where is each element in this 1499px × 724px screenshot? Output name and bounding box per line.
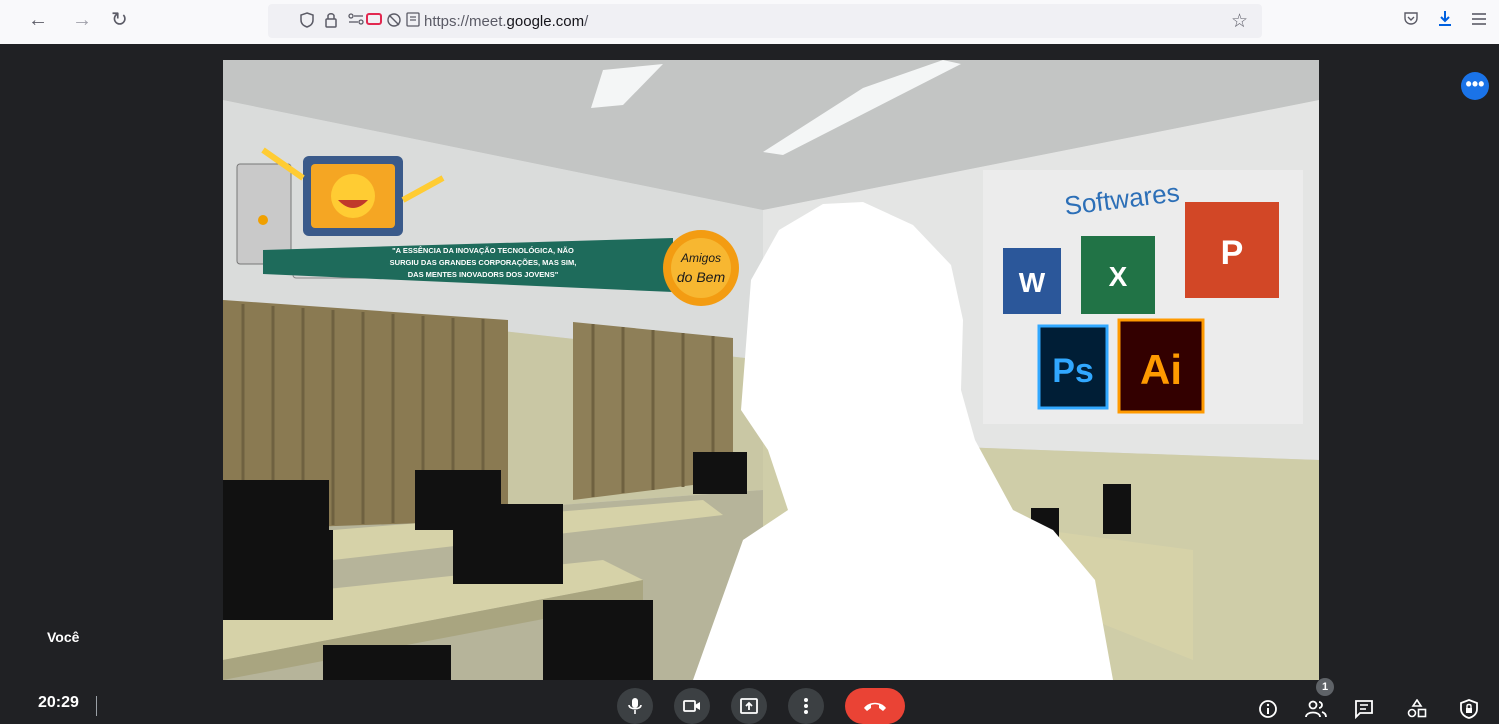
word-logo-label: W <box>1019 267 1046 298</box>
banner-line-3: DAS MENTES INOVADORS DOS JOVENS" <box>408 270 559 279</box>
mic-icon <box>628 697 642 714</box>
end-call-button[interactable] <box>845 688 905 724</box>
url-text[interactable]: https://meet.google.com/ <box>424 13 588 30</box>
url-prefix: https://meet. <box>424 13 507 30</box>
address-bar[interactable]: https://meet.google.com/ ☆ <box>268 4 1262 38</box>
info-icon <box>1259 700 1277 719</box>
people-icon <box>1305 700 1327 718</box>
banner-line-2: SURGIU DAS GRANDES CORPORAÇÕES, MAS SIM, <box>390 258 577 267</box>
end-call-icon <box>864 702 886 711</box>
bookmark-star-icon[interactable]: ☆ <box>1231 10 1248 33</box>
meet-stage: "A ESSÊNCIA DA INOVAÇÃO TECNOLÓGICA, NÃO… <box>0 44 1499 724</box>
meeting-details-button[interactable] <box>1254 694 1282 722</box>
participants-count-badge: 1 <box>1316 678 1334 696</box>
reader-view-icon[interactable] <box>406 12 420 33</box>
camera-icon <box>683 699 700 712</box>
downloads-icon[interactable] <box>1437 9 1453 32</box>
shield-icon[interactable] <box>300 12 314 33</box>
logo-line-1: Amigos <box>680 251 721 265</box>
present-icon <box>740 697 758 714</box>
banner-line-1: "A ESSÊNCIA DA INOVAÇÃO TECNOLÓGICA, NÃO <box>392 246 574 255</box>
mic-off-icon[interactable] <box>386 12 402 33</box>
permissions-icon[interactable] <box>348 12 364 31</box>
host-controls-button[interactable] <box>1455 694 1483 722</box>
forward-arrow-icon[interactable]: → <box>72 8 92 32</box>
reload-icon[interactable]: ↻ <box>111 8 128 32</box>
tile-more-options-button[interactable]: ••• <box>1461 72 1489 100</box>
menu-icon[interactable] <box>1471 9 1487 31</box>
more-options-button[interactable] <box>788 688 824 724</box>
more-vert-icon <box>804 697 808 714</box>
photoshop-logo-label: Ps <box>1052 352 1094 390</box>
browser-toolbar: ← → ↻ https://meet.google.com/ ☆ <box>0 0 1499 44</box>
activities-icon <box>1407 698 1427 718</box>
url-domain: google.com <box>506 13 585 30</box>
chat-icon <box>1355 700 1373 720</box>
logo-line-2: do Bem <box>677 269 726 285</box>
camera-sharing-icon[interactable] <box>366 12 382 31</box>
host-controls-icon <box>1460 699 1478 720</box>
present-screen-button[interactable] <box>731 688 767 724</box>
meeting-clock: 20:29 <box>38 694 79 711</box>
url-suffix: / <box>584 13 589 30</box>
microphone-button[interactable] <box>617 688 653 724</box>
lock-icon[interactable] <box>324 12 338 33</box>
camera-button[interactable] <box>674 688 710 724</box>
back-arrow-icon[interactable]: ← <box>28 8 48 32</box>
people-button[interactable] <box>1302 694 1330 722</box>
excel-logo-label: X <box>1109 261 1128 292</box>
illustrator-logo-label: Ai <box>1140 346 1182 393</box>
activities-button[interactable] <box>1403 694 1431 722</box>
self-name-label: Você <box>47 629 80 645</box>
powerpoint-logo-label: P <box>1221 234 1244 272</box>
clock-divider <box>96 696 97 716</box>
virtual-background: "A ESSÊNCIA DA INOVAÇÃO TECNOLÓGICA, NÃO… <box>223 60 1319 680</box>
pocket-icon[interactable] <box>1403 9 1419 31</box>
chat-button[interactable] <box>1350 694 1378 722</box>
self-video-tile[interactable]: "A ESSÊNCIA DA INOVAÇÃO TECNOLÓGICA, NÃO… <box>223 60 1319 680</box>
